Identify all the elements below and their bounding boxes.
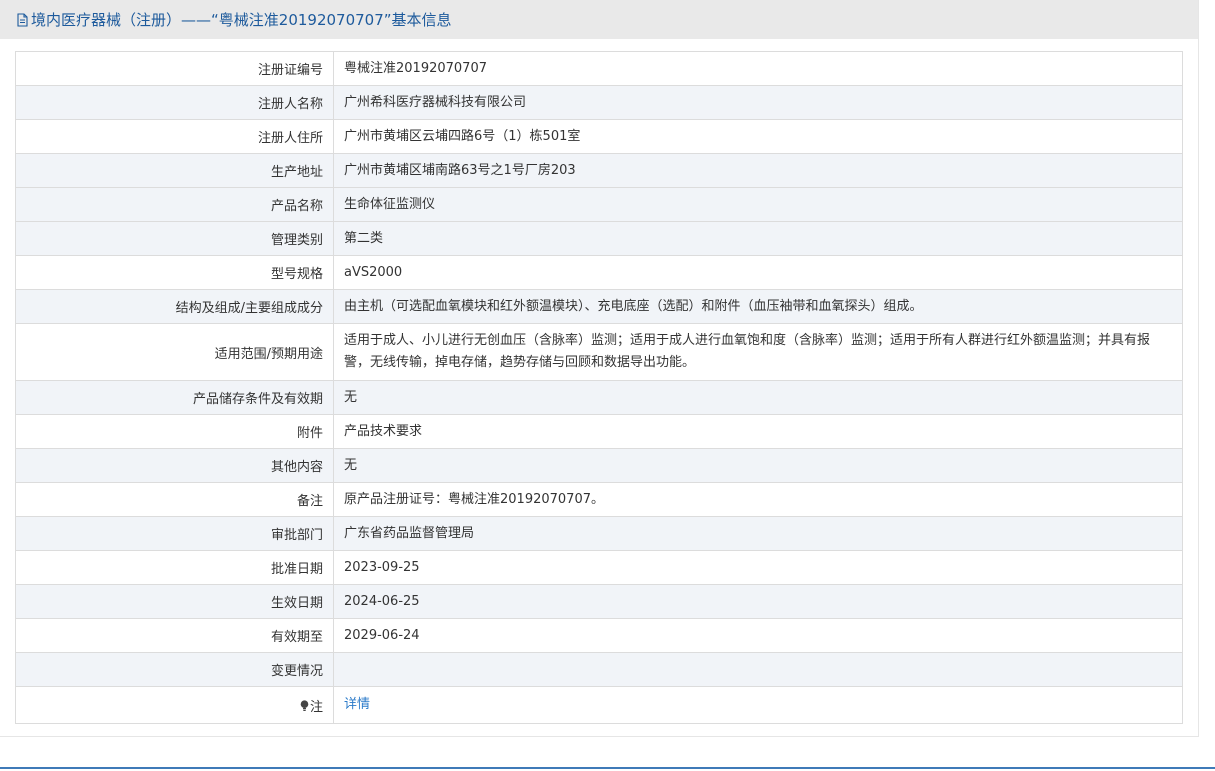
details-link[interactable]: 详情 [344,697,370,712]
note-value-cell: 详情 [333,686,1183,724]
row-value: aVS2000 [333,255,1183,290]
table-row: 附件 产品技术要求 [15,414,1183,449]
row-label: 产品储存条件及有效期 [15,380,334,415]
row-value: 生命体征监测仪 [333,187,1183,222]
table-row-note: 注 详情 [15,686,1183,724]
table-row: 生产地址 广州市黄埔区埔南路63号之1号厂房203 [15,153,1183,188]
row-value: 无 [333,448,1183,483]
row-value: 2023-09-25 [333,550,1183,585]
table-row: 管理类别 第二类 [15,221,1183,256]
info-table: 注册证编号 粤械注准20192070707 注册人名称 广州希科医疗器械科技有限… [15,51,1183,724]
note-label-cell: 注 [15,686,334,724]
row-label: 审批部门 [15,516,334,551]
page-title: 境内医疗器械（注册）——“粤械注准20192070707”基本信息 [31,11,452,29]
row-label: 管理类别 [15,221,334,256]
page-header: 境内医疗器械（注册）——“粤械注准20192070707”基本信息 [0,0,1198,39]
detail-panel: 境内医疗器械（注册）——“粤械注准20192070707”基本信息 注册证编号 … [0,0,1199,737]
row-label: 变更情况 [15,652,334,687]
table-row: 适用范围/预期用途 适用于成人、小儿进行无创血压（含脉率）监测；适用于成人进行血… [15,323,1183,381]
row-label: 其他内容 [15,448,334,483]
row-label: 生产地址 [15,153,334,188]
row-label: 备注 [15,482,334,517]
table-row: 有效期至 2029-06-24 [15,618,1183,653]
table-row: 型号规格 aVS2000 [15,255,1183,290]
table-row: 注册人名称 广州希科医疗器械科技有限公司 [15,85,1183,120]
table-row: 注册人住所 广州市黄埔区云埔四路6号（1）栋501室 [15,119,1183,154]
bottom-divider [0,767,1215,769]
row-value: 2029-06-24 [333,618,1183,653]
row-label: 结构及组成/主要组成成分 [15,289,334,324]
table-row: 产品名称 生命体征监测仪 [15,187,1183,222]
row-value: 无 [333,380,1183,415]
row-label: 批准日期 [15,550,334,585]
document-icon [16,12,29,27]
row-value [333,652,1183,687]
row-value: 广州市黄埔区云埔四路6号（1）栋501室 [333,119,1183,154]
row-label: 注册人名称 [15,85,334,120]
row-label: 附件 [15,414,334,449]
row-value: 第二类 [333,221,1183,256]
row-label: 产品名称 [15,187,334,222]
table-row: 审批部门 广东省药品监督管理局 [15,516,1183,551]
table-row: 批准日期 2023-09-25 [15,550,1183,585]
row-value: 由主机（可选配血氧模块和红外额温模块）、充电底座（选配）和附件（血压袖带和血氧探… [333,289,1183,324]
note-label: 注 [309,699,323,715]
table-row: 其他内容 无 [15,448,1183,483]
row-value: 广州希科医疗器械科技有限公司 [333,85,1183,120]
row-value: 广州市黄埔区埔南路63号之1号厂房203 [333,153,1183,188]
row-value: 产品技术要求 [333,414,1183,449]
row-label: 有效期至 [15,618,334,653]
table-row: 注册证编号 粤械注准20192070707 [15,51,1183,86]
table-row: 变更情况 [15,652,1183,687]
table-row: 结构及组成/主要组成成分 由主机（可选配血氧模块和红外额温模块）、充电底座（选配… [15,289,1183,324]
row-value: 粤械注准20192070707 [333,51,1183,86]
row-value: 广东省药品监督管理局 [333,516,1183,551]
table-row: 产品储存条件及有效期 无 [15,380,1183,415]
row-label: 适用范围/预期用途 [15,323,334,381]
row-label: 生效日期 [15,584,334,619]
table-row: 生效日期 2024-06-25 [15,584,1183,619]
row-label: 型号规格 [15,255,334,290]
row-value: 适用于成人、小儿进行无创血压（含脉率）监测；适用于成人进行血氧饱和度（含脉率）监… [333,323,1183,381]
row-label: 注册证编号 [15,51,334,86]
table-row: 备注 原产品注册证号：粤械注准20192070707。 [15,482,1183,517]
bulb-icon [300,699,309,712]
row-value: 2024-06-25 [333,584,1183,619]
row-value: 原产品注册证号：粤械注准20192070707。 [333,482,1183,517]
row-label: 注册人住所 [15,119,334,154]
